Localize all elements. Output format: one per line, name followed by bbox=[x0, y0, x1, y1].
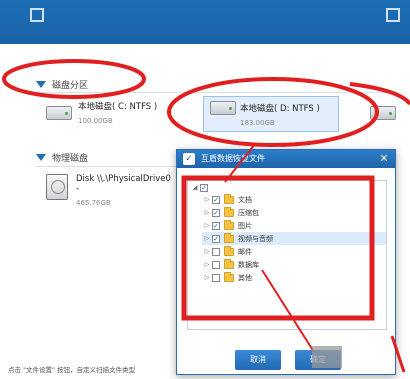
folder-icon bbox=[224, 232, 234, 243]
tree-label: 邮件 bbox=[238, 247, 252, 256]
expand-arrow-icon[interactable]: ▷ bbox=[202, 209, 212, 216]
tree-row-video-audio[interactable]: ▷ ✓ 视频与音频 bbox=[202, 232, 386, 245]
tree-label: 其他 bbox=[238, 273, 252, 282]
app-logo-icon: ✓ bbox=[183, 153, 195, 165]
tree-label: 图片 bbox=[238, 221, 252, 230]
checkbox[interactable] bbox=[212, 273, 220, 282]
expand-arrow-icon[interactable]: ▷ bbox=[202, 235, 212, 242]
physical-section-header[interactable]: 物理磁盘 bbox=[36, 151, 88, 164]
physical-disk-0[interactable]: Disk \\.\PhysicalDrive0 - 465.76GB bbox=[46, 172, 174, 207]
checkbox[interactable] bbox=[212, 247, 220, 256]
checkbox[interactable]: ✓ bbox=[200, 183, 208, 192]
tree-label: 压缩包 bbox=[238, 208, 259, 217]
dialog-title: 互盾数据恢复文件 bbox=[177, 150, 395, 168]
folder-icon bbox=[224, 219, 234, 230]
partition-c-size: 100.00GB bbox=[78, 117, 113, 125]
window-square-icon bbox=[30, 8, 44, 22]
expand-arrow-icon[interactable]: ▷ bbox=[202, 196, 212, 203]
partition-section-title: 磁盘分区 bbox=[52, 81, 89, 91]
tree-row-database[interactable]: ▷ 数据库 bbox=[202, 258, 386, 271]
partition-d-size: 183.00GB bbox=[240, 119, 275, 127]
expand-arrow-icon[interactable]: ▷ bbox=[202, 222, 212, 229]
collapse-arrow-icon[interactable]: ◢ bbox=[190, 184, 200, 191]
folder-icon bbox=[224, 258, 234, 269]
partition-e-partial[interactable] bbox=[366, 104, 410, 128]
partition-c-name: 本地磁盘( C: NTFS ) bbox=[78, 102, 158, 112]
drive-icon bbox=[370, 106, 396, 120]
partition-section-header[interactable]: 磁盘分区 bbox=[36, 78, 88, 91]
checkbox[interactable] bbox=[212, 260, 220, 269]
expand-arrow-icon[interactable]: ▷ bbox=[202, 261, 212, 268]
folder-icon bbox=[224, 206, 234, 217]
file-type-tree: ◢ ✓ ▷ ✓ 文档 ▷ ✓ 压缩包 ▷ ✓ 图片 ▷ ✓ 视频与音频 ▷ 邮件… bbox=[187, 180, 387, 330]
folder-icon bbox=[224, 193, 234, 204]
checkbox[interactable]: ✓ bbox=[212, 195, 220, 204]
divider bbox=[36, 166, 176, 167]
partition-d[interactable]: 本地磁盘( D: NTFS ) 183.00GB bbox=[203, 96, 339, 132]
tree-row-mail[interactable]: ▷ 邮件 bbox=[202, 245, 386, 258]
tree-label: 数据库 bbox=[238, 260, 259, 269]
physical-disk-name: Disk \\.\PhysicalDrive0 - bbox=[76, 174, 171, 194]
tree-row-archives[interactable]: ▷ ✓ 压缩包 bbox=[202, 206, 386, 219]
checkbox[interactable]: ✓ bbox=[212, 208, 220, 217]
tree-label: 视频与音频 bbox=[238, 234, 273, 243]
title-bar bbox=[0, 0, 410, 44]
file-type-dialog: 互盾数据恢复文件 ✓ ✕ 请选择要恢复的文件类型，未选择默认扫描全部文件。 ◢ … bbox=[176, 149, 396, 375]
tree-label: 文档 bbox=[238, 195, 252, 204]
drive-icon bbox=[46, 106, 72, 120]
physical-section-title: 物理磁盘 bbox=[52, 154, 89, 164]
close-icon[interactable]: ✕ bbox=[377, 152, 391, 166]
window-square-icon bbox=[386, 8, 400, 22]
partition-c[interactable]: 本地磁盘( C: NTFS ) 100.00GB bbox=[46, 100, 157, 125]
hard-disk-icon bbox=[46, 174, 68, 200]
checkbox[interactable]: ✓ bbox=[212, 234, 220, 243]
collapse-triangle-icon bbox=[36, 154, 46, 161]
folder-icon bbox=[224, 245, 234, 256]
physical-disk-size: 465.76GB bbox=[76, 199, 111, 207]
tree-row-images[interactable]: ▷ ✓ 图片 bbox=[202, 219, 386, 232]
drive-icon bbox=[210, 101, 236, 115]
cancel-button[interactable]: 取消 bbox=[235, 350, 281, 370]
expand-arrow-icon[interactable]: ▷ bbox=[202, 274, 212, 281]
collapse-triangle-icon bbox=[36, 81, 46, 88]
partition-d-name: 本地磁盘( D: NTFS ) bbox=[240, 104, 320, 114]
tree-row-documents[interactable]: ▷ ✓ 文档 bbox=[202, 193, 386, 206]
footer-hint: 点击 "文件设置" 按钮，自定义扫描文件类型 bbox=[8, 366, 136, 374]
tree-row-other[interactable]: ▷ 其他 bbox=[202, 271, 386, 284]
folder-icon bbox=[224, 271, 234, 282]
divider bbox=[36, 92, 396, 93]
checkbox[interactable]: ✓ bbox=[212, 221, 220, 230]
expand-arrow-icon[interactable]: ▷ bbox=[202, 248, 212, 255]
confirm-button[interactable]: 确定 bbox=[295, 350, 341, 370]
